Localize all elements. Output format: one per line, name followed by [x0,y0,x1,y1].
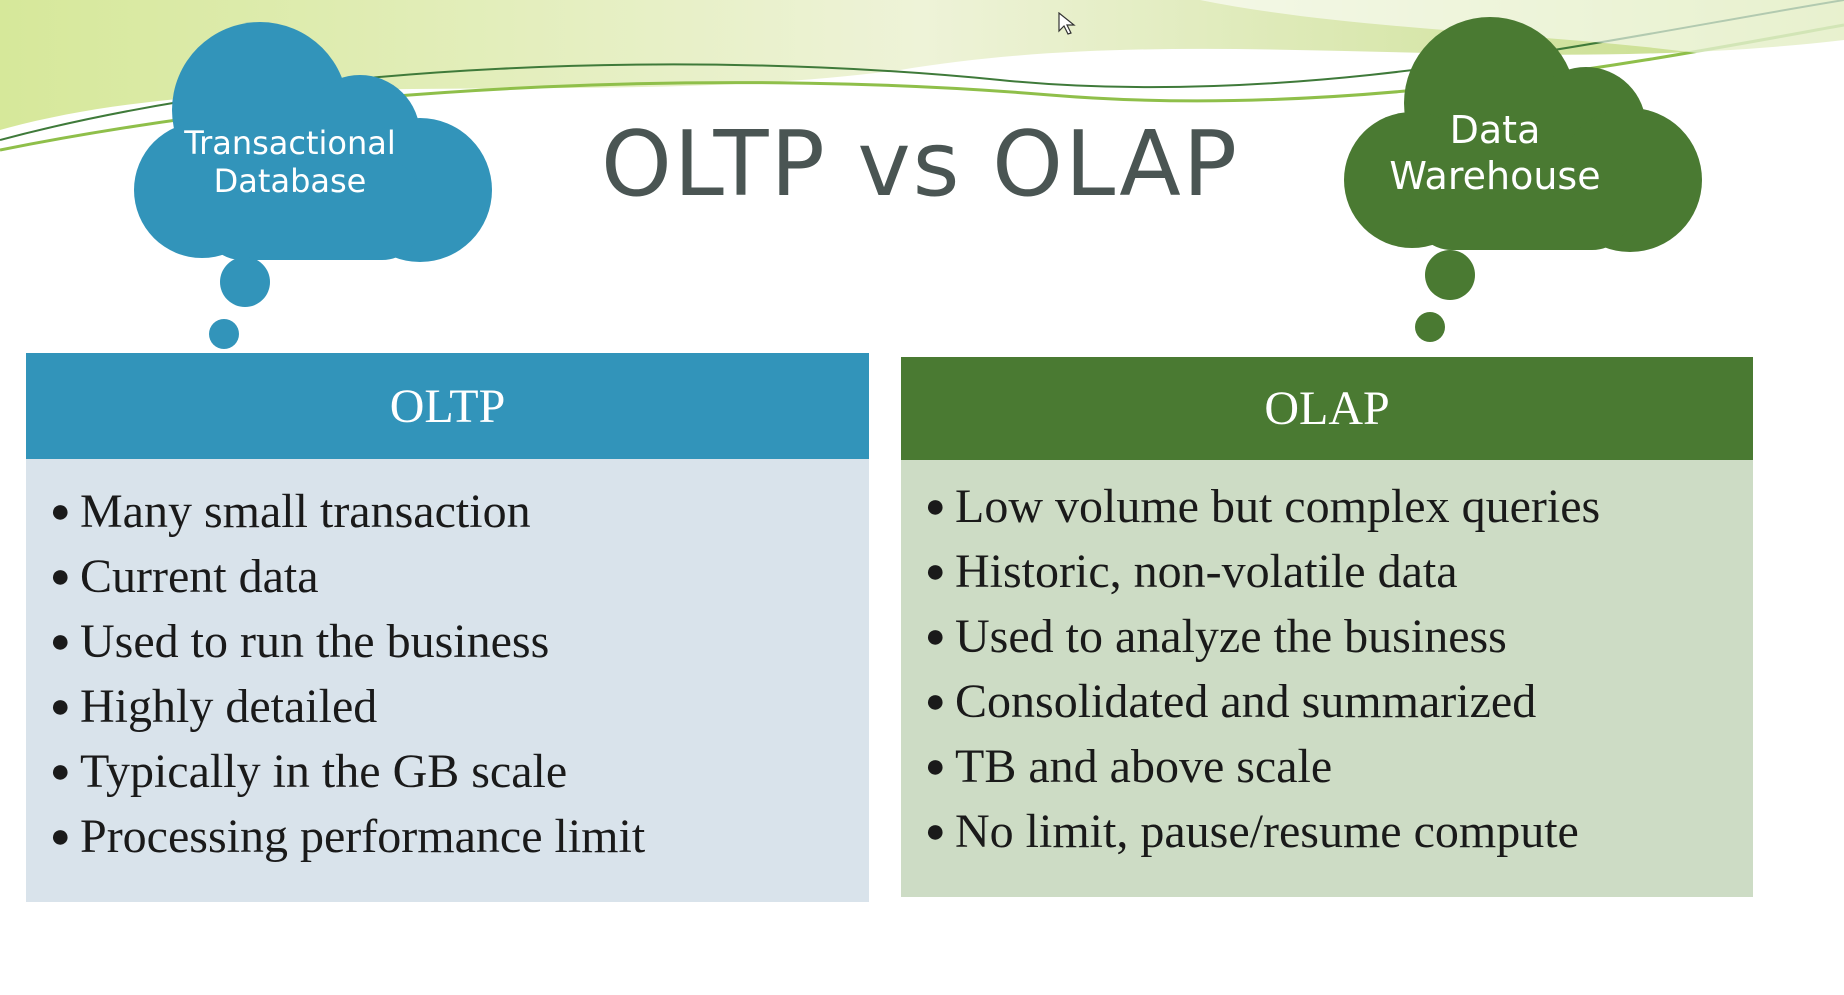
list-item-text: TB and above scale [955,740,1333,793]
cloud-label-line2: Warehouse [1389,153,1601,198]
list-item: ● Many small transaction [50,479,869,544]
list-item-text: Current data [80,550,319,603]
list-item: ● Used to run the business [50,609,869,674]
bullet-icon: ● [925,487,946,525]
oltp-panel-header: OLTP [26,353,869,459]
bullet-icon: ● [50,687,71,725]
bullet-icon: ● [50,492,71,530]
cursor-icon [1058,12,1076,35]
cloud-label-left: Transactional Database [160,124,420,201]
cloud-label-line1: Transactional [184,124,396,162]
list-item: ● TB and above scale [925,734,1753,799]
olap-header-label: OLAP [1264,382,1390,435]
bullet-icon: ● [50,817,71,855]
bullet-icon: ● [925,682,946,720]
list-item: ● Current data [50,544,869,609]
bullet-icon: ● [925,812,946,850]
olap-panel: OLAP ● Low volume but complex queries ● Hi… [901,357,1753,897]
list-item: ● Typically in the GB scale [50,739,869,804]
list-item: ● Historic, non-volatile data [925,539,1753,604]
list-item-text: Used to run the business [80,615,550,668]
list-item-text: Highly detailed [80,680,378,733]
page-title: OLTP vs OLAP [600,112,1240,217]
bullet-icon: ● [925,617,946,655]
list-item: ● Used to analyze the business [925,604,1753,669]
list-item-text: Low volume but complex queries [955,480,1601,533]
list-item-text: Historic, non-volatile data [955,545,1458,598]
list-item: ● No limit, pause/resume compute [925,799,1753,864]
list-item: ● Processing performance limit [50,804,869,869]
oltp-panel: OLTP ● Many small transaction ● Current da… [26,353,869,902]
list-item-text: Processing performance limit [80,810,646,863]
olap-panel-body: ● Low volume but complex queries ● Histori… [901,460,1753,897]
bullet-icon: ● [50,622,71,660]
list-item: ● Low volume but complex queries [925,474,1753,539]
bullet-icon: ● [925,552,946,590]
list-item-text: Many small transaction [80,485,531,538]
cloud-label-line1: Data [1449,108,1541,152]
bullet-icon: ● [50,557,71,595]
list-item: ● Highly detailed [50,674,869,739]
cloud-label-line2: Database [213,162,367,201]
list-item: ● Consolidated and summarized [925,669,1753,734]
list-item-text: Typically in the GB scale [80,745,568,798]
olap-panel-header: OLAP [901,357,1753,460]
bullet-icon: ● [50,752,71,790]
list-item-text: No limit, pause/resume compute [955,805,1579,858]
list-item-text: Consolidated and summarized [955,675,1537,728]
oltp-header-label: OLTP [389,379,506,433]
oltp-panel-body: ● Many small transaction ● Current data ● U… [26,459,869,902]
cloud-label-right: Data Warehouse [1360,108,1630,199]
slide: OLTP vs OLAP Transactional Database Data [0,0,1844,995]
list-item-text: Used to analyze the business [955,610,1507,663]
bullet-icon: ● [925,747,946,785]
